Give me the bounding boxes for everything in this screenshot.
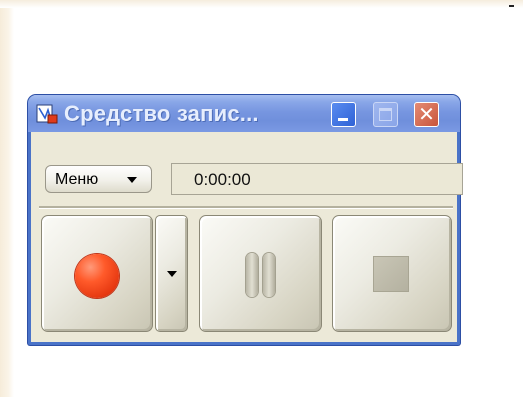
chevron-down-icon <box>167 271 177 277</box>
close-icon: ✕ <box>418 102 435 126</box>
background-edge-left <box>0 0 14 397</box>
recorder-app-icon <box>36 104 58 124</box>
corner-mark <box>509 5 514 7</box>
sound-recorder-window: Средство запис... ✕ Меню 0:00:00 <box>28 95 463 345</box>
window-title: Средство запис... <box>64 101 259 126</box>
close-button[interactable]: ✕ <box>414 102 439 127</box>
record-icon <box>75 254 119 298</box>
menu-button-label: Меню <box>55 171 99 188</box>
pause-bar-right <box>263 253 275 297</box>
background-edge-top <box>0 0 523 8</box>
toolbar: Меню 0:00:00 <box>38 157 463 197</box>
maximize-button <box>373 102 398 127</box>
pause-button[interactable] <box>199 215 322 332</box>
record-button[interactable] <box>41 215 153 332</box>
record-options-button[interactable] <box>155 215 188 332</box>
minimize-icon <box>338 118 348 121</box>
pause-bar-left <box>246 253 258 297</box>
stop-button[interactable] <box>332 215 452 332</box>
title-bar[interactable]: Средство запис... ✕ <box>28 95 460 132</box>
stop-icon <box>374 257 408 291</box>
minimize-button[interactable] <box>331 102 356 127</box>
maximize-icon <box>379 108 392 121</box>
divider <box>39 206 453 209</box>
chevron-down-icon <box>127 177 137 183</box>
elapsed-time-display: 0:00:00 <box>171 163 463 195</box>
elapsed-time-value: 0:00:00 <box>194 170 251 189</box>
menu-button[interactable]: Меню <box>45 165 152 193</box>
